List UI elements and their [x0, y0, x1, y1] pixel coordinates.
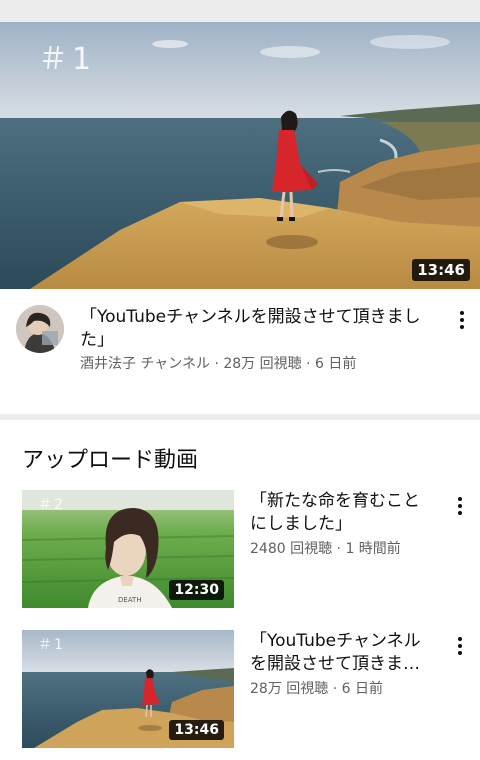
duration-badge: 12:30 — [169, 580, 224, 600]
duration-badge: 13:46 — [169, 720, 224, 740]
featured-thumbnail[interactable]: ＃1 13:46 — [0, 22, 480, 289]
more-vert-icon[interactable] — [448, 492, 472, 520]
episode-number-overlay: ＃1 — [38, 42, 96, 77]
uploads-heading: アップロード動画 — [22, 448, 199, 473]
meta-separator: · — [328, 681, 342, 697]
video-meta: 2480 回視聴 · 1 時間前 — [250, 538, 440, 558]
top-strip — [0, 0, 480, 22]
duration-badge: 13:46 — [412, 259, 470, 281]
video-title[interactable]: 「新たな命を育むことにしました」 — [250, 490, 436, 536]
video-title[interactable]: 「YouTubeチャンネルを開設させて頂きました」 — [250, 630, 436, 676]
featured-video-title[interactable]: 「YouTubeチャンネルを開設させて頂きました」 — [80, 306, 436, 352]
episode-number-overlay: ＃1 — [38, 637, 65, 653]
video-meta: 28万 回視聴 · 6 日前 — [250, 678, 440, 698]
episode-number-overlay: ＃2 — [38, 497, 65, 513]
more-vert-icon[interactable] — [448, 632, 472, 660]
video-thumbnail[interactable]: DEATH ＃2 12:30 — [22, 490, 234, 608]
upload-age: 1 時間前 — [345, 541, 401, 557]
upload-age: 6 日前 — [341, 681, 383, 697]
video-thumbnail[interactable]: ＃1 13:46 — [22, 630, 234, 748]
avatar-image — [16, 305, 64, 353]
more-vert-icon[interactable] — [450, 306, 474, 334]
meta-separator: · — [301, 356, 316, 372]
featured-video-card[interactable]: ＃1 13:46 「YouTubeチャンネルを開設させて頂きました」 酒井法子 … — [0, 22, 480, 414]
meta-separator: · — [332, 541, 346, 557]
view-count: 28万 回視聴 — [250, 681, 329, 697]
list-item[interactable]: DEATH ＃2 12:30 「新たな命を育むことにしました」 2480 回視聴… — [0, 490, 480, 610]
featured-video-meta: 酒井法子 チャンネル · 28万 回視聴 · 6 日前 — [80, 354, 436, 374]
view-count: 28万 回視聴 — [223, 356, 302, 372]
meta-separator: · — [210, 356, 224, 372]
list-item[interactable]: ＃1 13:46 「YouTubeチャンネルを開設させて頂きました」 28万 回… — [0, 630, 480, 750]
upload-age: 6 日前 — [315, 356, 357, 372]
channel-avatar[interactable] — [16, 305, 64, 353]
channel-name[interactable]: 酒井法子 チャンネル — [80, 356, 210, 372]
view-count: 2480 回視聴 — [250, 541, 333, 557]
uploads-section: アップロード動画 DEATH ＃2 12:30 「新たな命を育むことにしました」… — [0, 420, 480, 760]
svg-text:DEATH: DEATH — [118, 596, 142, 604]
